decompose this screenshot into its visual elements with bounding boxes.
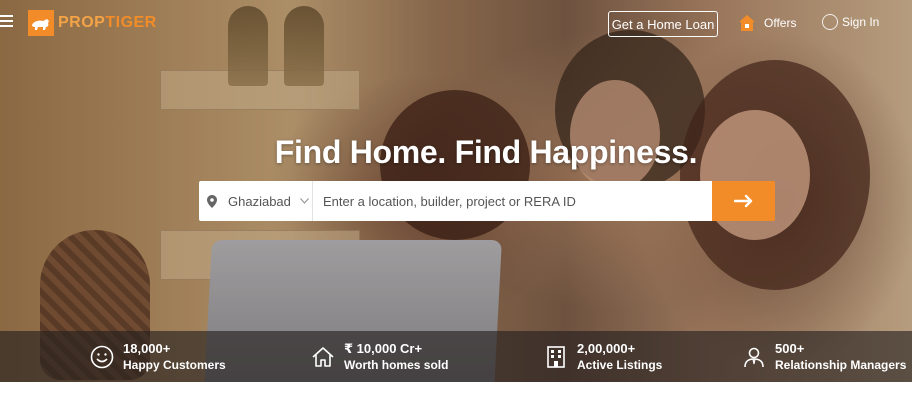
stat-label: Active Listings xyxy=(577,357,663,372)
stat-value: 500+ xyxy=(775,340,805,356)
brand-name-prop: PROP xyxy=(58,14,106,31)
tiger-logo-icon xyxy=(28,10,54,36)
arrow-right-icon xyxy=(733,194,752,208)
hero-headline: Find Home. Find Happiness. xyxy=(274,134,698,170)
stat-value: 2,00,000+ xyxy=(577,340,636,356)
stat-label: Relationship Managers xyxy=(775,357,907,372)
building-icon xyxy=(543,344,569,370)
search-submit-button[interactable] xyxy=(712,181,775,221)
brand-name-tiger: TIGER xyxy=(105,14,157,31)
chevron-down-icon xyxy=(299,198,309,204)
top-header: PROPTIGER Get a Home Loan Offers Sign In xyxy=(0,0,912,48)
brand-logo[interactable]: PROPTIGER xyxy=(28,10,157,36)
location-pin-icon xyxy=(207,194,217,208)
stat-value: ₹ 10,000 Cr+ xyxy=(344,340,423,356)
stats-strip: 18,000+ Happy Customers ₹ 10,000 Cr+ Wor… xyxy=(0,331,912,382)
offers-label: Offers xyxy=(764,16,797,30)
stat-happy-customers: 18,000+ Happy Customers xyxy=(89,331,226,382)
stat-label: Worth homes sold xyxy=(344,357,449,372)
smiley-icon xyxy=(89,344,115,370)
home-loan-label: Get a Home Loan xyxy=(611,16,715,32)
stat-worth-homes-sold: ₹ 10,000 Cr+ Worth homes sold xyxy=(310,331,448,382)
user-circle-icon xyxy=(822,14,838,30)
sign-in-link[interactable]: Sign In xyxy=(822,14,879,30)
stat-value: 18,000+ xyxy=(123,340,171,356)
stat-relationship-managers: 500+ Relationship Managers xyxy=(741,331,906,382)
stat-active-listings: 2,00,000+ Active Listings xyxy=(543,331,662,382)
stat-label: Happy Customers xyxy=(123,357,226,372)
search-input[interactable] xyxy=(313,181,712,221)
home-loan-button[interactable]: Get a Home Loan xyxy=(608,11,718,37)
sign-in-label: Sign In xyxy=(842,15,880,29)
city-selector[interactable]: Ghaziabad xyxy=(199,181,313,221)
house-outline-icon xyxy=(310,344,336,370)
offers-link[interactable]: Offers xyxy=(738,14,796,32)
manager-icon xyxy=(741,344,767,370)
house-tag-icon xyxy=(739,15,755,31)
hamburger-icon[interactable] xyxy=(0,15,13,29)
brand-wordmark: PROPTIGER xyxy=(58,14,157,32)
selected-city: Ghaziabad xyxy=(228,193,291,209)
property-search-bar: Ghaziabad xyxy=(199,181,775,221)
